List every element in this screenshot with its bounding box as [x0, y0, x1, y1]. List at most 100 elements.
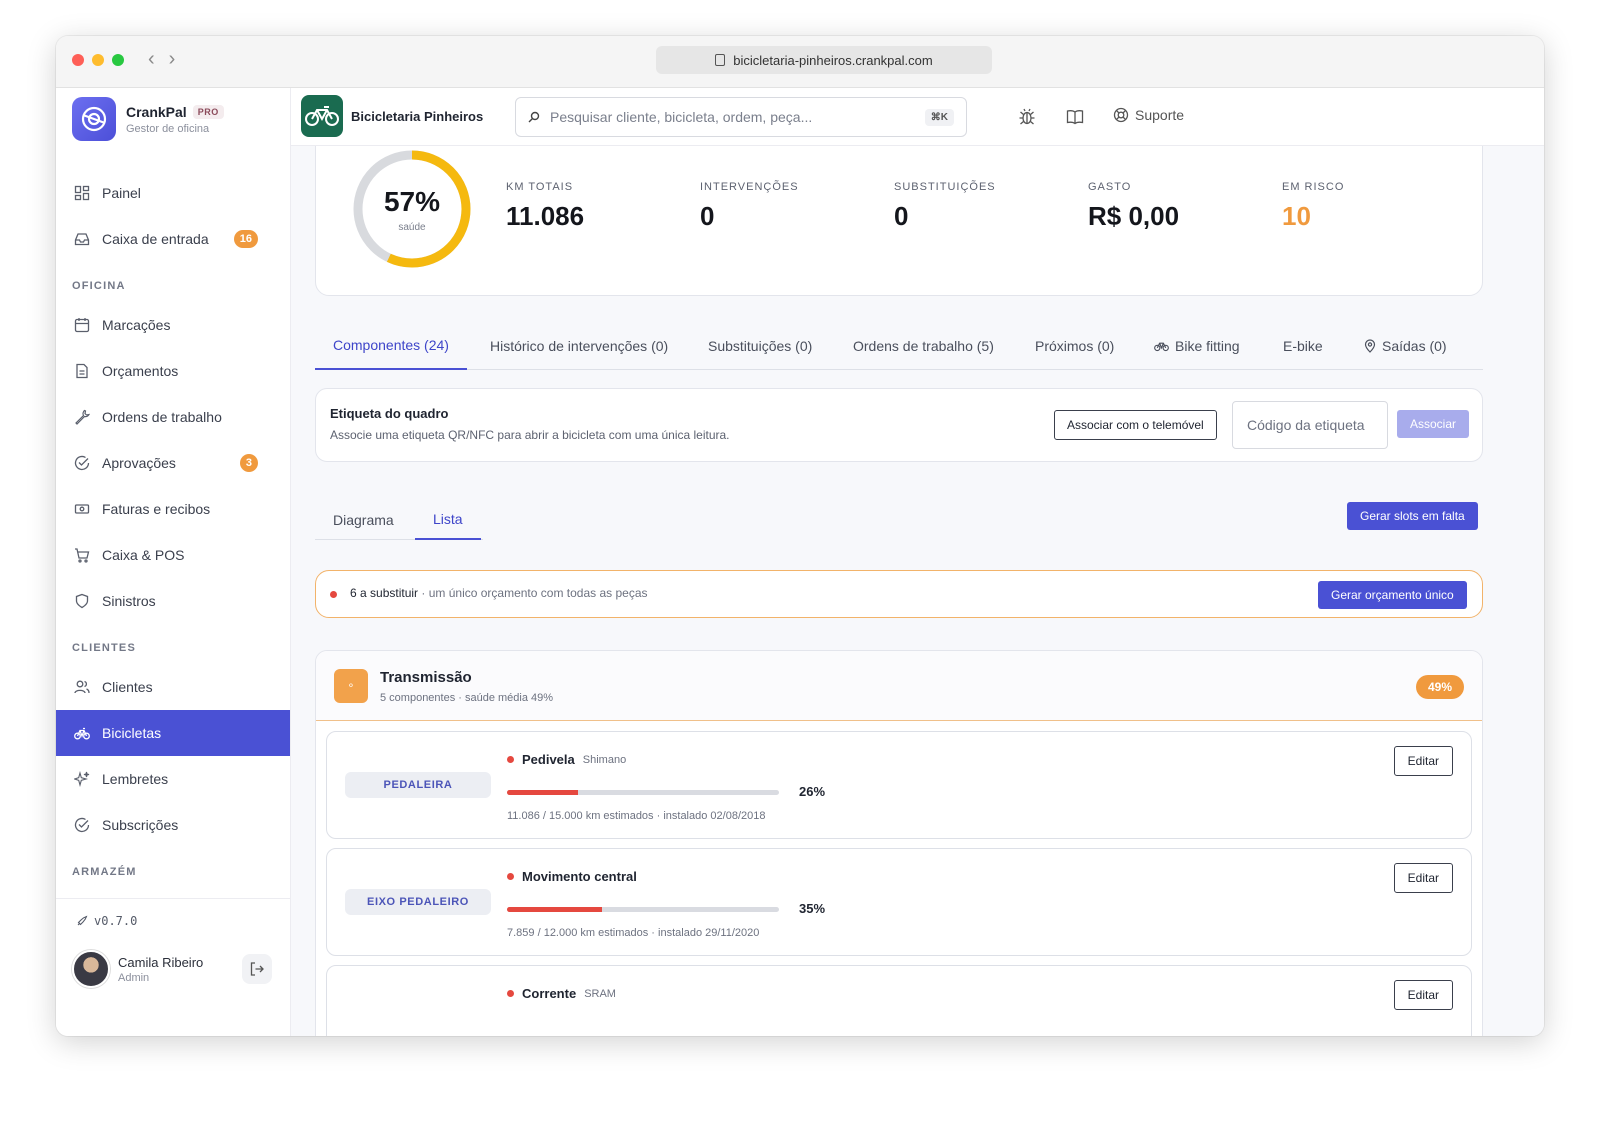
- bike-icon: [74, 727, 90, 740]
- history-nav: ‹ ›: [148, 48, 175, 71]
- stat-label: KM TOTAIS: [506, 181, 574, 193]
- position-chip: PEDALEIRA: [345, 772, 491, 798]
- health-value: 57%: [383, 185, 441, 217]
- associate-phone-button[interactable]: Associar com o telemóvel: [1054, 410, 1217, 440]
- stat-label: INTERVENÇÕES: [700, 181, 799, 193]
- users-icon: [74, 680, 90, 694]
- bike-stats-card: 57% saúde KM TOTAIS 11.086 INTERVENÇÕES …: [315, 146, 1483, 296]
- sidebar-item-painel[interactable]: Painel: [56, 170, 290, 216]
- stat-value: 10: [1282, 201, 1311, 231]
- sidebar-item-label: Caixa & POS: [102, 547, 185, 563]
- support-button[interactable]: Suporte: [1113, 107, 1184, 123]
- associate-button[interactable]: Associar: [1397, 410, 1470, 438]
- position-chip: EIXO PEDALEIRO: [345, 889, 491, 915]
- tab-label: Saídas (0): [1382, 338, 1447, 354]
- sidebar-section-title: CLIENTES: [72, 642, 136, 654]
- sidebar-item-ordens[interactable]: Ordens de trabalho: [56, 394, 290, 440]
- back-arrow-icon[interactable]: ‹: [148, 48, 155, 71]
- tab-diagrama[interactable]: Diagrama: [315, 500, 412, 540]
- global-search[interactable]: ⌘K: [515, 97, 967, 137]
- tab-substituicoes[interactable]: Substituições (0): [690, 322, 830, 370]
- replacement-alert: 6 a substituir · um único orçamento com …: [315, 570, 1483, 618]
- frame-tag-description: Associe uma etiqueta QR/NFC para abrir a…: [330, 428, 730, 442]
- sidebar-item-bicicletas[interactable]: Bicicletas: [56, 710, 290, 756]
- view-toggle: Diagrama Lista: [315, 500, 483, 540]
- window-controls: [72, 54, 124, 66]
- inbox-count-badge: 16: [233, 230, 258, 248]
- health-gauge-label: 57% saúde: [352, 149, 472, 269]
- sidebar-section-title: OFICINA: [72, 280, 126, 292]
- frame-tag-card: Etiqueta do quadro Associe uma etiqueta …: [315, 388, 1483, 462]
- book-icon[interactable]: [1066, 108, 1084, 126]
- wrench-icon: [75, 409, 90, 425]
- tab-lista[interactable]: Lista: [415, 500, 481, 540]
- component-title: Pedivela: [522, 752, 575, 767]
- component-name: Pedivela Shimano: [507, 752, 626, 767]
- stat-label: GASTO: [1088, 181, 1132, 193]
- stat-label: EM RISCO: [1282, 181, 1345, 193]
- brand[interactable]: CrankPal PRO Gestor de oficina: [72, 97, 224, 141]
- brand-name-text: CrankPal: [126, 103, 187, 120]
- sidebar-item-label: Ordens de trabalho: [102, 409, 222, 425]
- edit-button[interactable]: Editar: [1393, 980, 1453, 1010]
- sidebar-item-label: Marcações: [102, 317, 171, 333]
- user-profile[interactable]: Camila Ribeiro Admin: [72, 950, 203, 988]
- sidebar-item-clientes[interactable]: Clientes: [56, 664, 290, 710]
- stat-value: 0: [700, 201, 715, 231]
- status-dot: [507, 873, 514, 880]
- tab-bike-fitting[interactable]: Bike fitting: [1136, 322, 1258, 370]
- health-label: saúde: [398, 221, 426, 233]
- sidebar-item-label: Caixa de entrada: [102, 231, 209, 247]
- close-window-button[interactable]: [72, 54, 84, 66]
- shop-switcher[interactable]: Bicicletaria Pinheiros: [301, 95, 483, 137]
- bike-tabs: Componentes (24) Histórico de intervençõ…: [315, 322, 1483, 370]
- rocket-icon: [77, 915, 88, 926]
- sidebar-item-marcacoes[interactable]: Marcações: [56, 302, 290, 348]
- tag-code-input[interactable]: [1232, 401, 1388, 449]
- tab-e-bike[interactable]: E-bike: [1265, 322, 1341, 370]
- component-row: PEDALEIRA Pedivela Shimano 26% 11.086 / …: [326, 731, 1472, 839]
- check-circle-icon: [74, 817, 90, 833]
- tab-proximos[interactable]: Próximos (0): [1017, 322, 1132, 370]
- tab-historico[interactable]: Histórico de intervenções (0): [472, 322, 686, 370]
- forward-arrow-icon[interactable]: ›: [169, 48, 176, 71]
- address-bar[interactable]: bicicletaria-pinheiros.crankpal.com: [656, 46, 992, 74]
- edit-button[interactable]: Editar: [1393, 863, 1453, 893]
- group-header[interactable]: ⚬ Transmissão 5 componentes · saúde médi…: [316, 651, 1482, 721]
- stat-interventions: INTERVENÇÕES 0: [700, 181, 799, 232]
- generate-slots-button[interactable]: Gerar slots em falta: [1347, 502, 1478, 530]
- sidebar-item-orcamentos[interactable]: Orçamentos: [56, 348, 290, 394]
- tab-componentes[interactable]: Componentes (24): [315, 322, 467, 370]
- sidebar-item-label: Orçamentos: [102, 363, 179, 379]
- alert-dot: [330, 591, 337, 598]
- component-name: Corrente SRAM: [507, 986, 616, 1001]
- generate-quote-button[interactable]: Gerar orçamento único: [1318, 581, 1467, 609]
- sidebar-item-label: Faturas e recibos: [102, 501, 211, 517]
- tab-ordens[interactable]: Ordens de trabalho (5): [835, 322, 1012, 370]
- sidebar-item-subscricoes[interactable]: Subscrições: [56, 802, 290, 848]
- sidebar-item-faturas[interactable]: Faturas e recibos: [56, 486, 290, 532]
- logout-button[interactable]: [242, 954, 272, 984]
- version-text: v0.7.0: [94, 914, 138, 928]
- sidebar-item-inbox[interactable]: Caixa de entrada 16: [56, 216, 290, 262]
- sidebar-item-aprovacoes[interactable]: Aprovações 3: [56, 440, 290, 486]
- tab-label: Bike fitting: [1175, 338, 1240, 354]
- sidebar-item-caixa-pos[interactable]: Caixa & POS: [56, 532, 290, 578]
- tab-saidas[interactable]: Saídas (0): [1346, 322, 1465, 370]
- lifebuoy-icon: [1113, 107, 1129, 123]
- brand-subtitle: Gestor de oficina: [126, 122, 210, 135]
- minimize-window-button[interactable]: [92, 54, 104, 66]
- bug-icon[interactable]: [1018, 108, 1036, 126]
- main-content: 57% saúde KM TOTAIS 11.086 INTERVENÇÕES …: [291, 146, 1544, 1036]
- plan-badge: PRO: [192, 104, 224, 119]
- component-title: Movimento central: [522, 869, 637, 884]
- component-row: EIXO PEDALEIRO Movimento central 35% 7.8…: [326, 848, 1472, 956]
- edit-button[interactable]: Editar: [1393, 746, 1453, 776]
- sidebar-item-label: Painel: [102, 185, 141, 201]
- browser-toolbar: ‹ › bicicletaria-pinheiros.crankpal.com: [56, 36, 1544, 88]
- stat-spent: GASTO R$ 0,00: [1088, 181, 1179, 232]
- search-input[interactable]: [550, 109, 915, 125]
- maximize-window-button[interactable]: [112, 54, 124, 66]
- sidebar-item-sinistros[interactable]: Sinistros: [56, 578, 290, 624]
- sidebar-item-lembretes[interactable]: Lembretes: [56, 756, 290, 802]
